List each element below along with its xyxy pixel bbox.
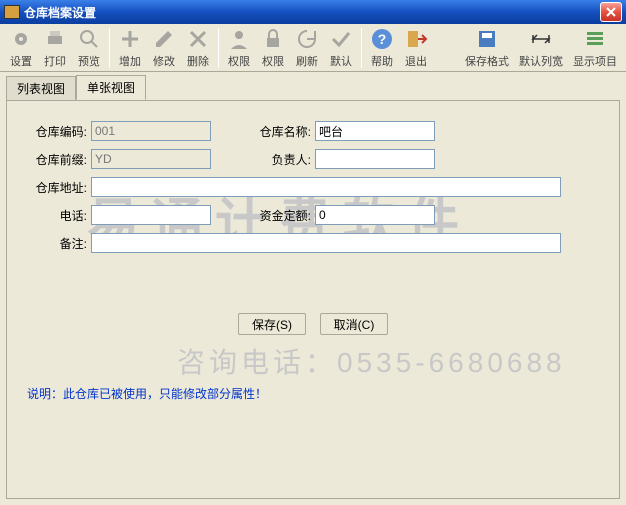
phone-input[interactable] [91,205,211,225]
close-button[interactable] [600,2,622,22]
save-format-icon [475,27,499,51]
address-label: 仓库地址: [27,179,87,196]
refresh-button[interactable]: 刷新 [290,26,324,70]
cancel-button[interactable]: 取消(C) [320,313,388,335]
quota-label: 资金定额: [251,207,311,224]
code-label: 仓库编码: [27,123,87,140]
tab-list-view[interactable]: 列表视图 [6,76,76,101]
delete-button[interactable]: 删除 [181,26,215,70]
person-input[interactable] [315,149,435,169]
preview-icon [77,27,101,51]
lock-icon [261,27,285,51]
show-items-button[interactable]: 显示项目 [568,26,622,70]
quota-input[interactable] [315,205,435,225]
gear-icon [9,27,33,51]
remark-input[interactable] [91,233,561,253]
code-input [91,121,211,141]
x-icon [186,27,210,51]
name-label: 仓库名称: [251,123,311,140]
close-icon [606,7,616,17]
print-button[interactable]: 打印 [38,26,72,70]
app-icon [4,5,20,19]
save-format-button[interactable]: 保存格式 [460,26,514,70]
svg-text:?: ? [378,31,387,47]
perm2-button[interactable]: 权限 [256,26,290,70]
default-button[interactable]: 默认 [324,26,358,70]
default-width-button[interactable]: 默认列宽 [514,26,568,70]
modify-button[interactable]: 修改 [147,26,181,70]
help-button[interactable]: ?帮助 [365,26,399,70]
save-button[interactable]: 保存(S) [238,313,306,335]
exit-icon [404,27,428,51]
exit-button[interactable]: 退出 [399,26,433,70]
tab-bar: 列表视图 单张视图 [6,78,620,100]
list-icon [583,27,607,51]
prefix-label: 仓库前缀: [27,151,87,168]
window-title: 仓库档案设置 [24,4,600,21]
pencil-icon [152,27,176,51]
printer-icon [43,27,67,51]
phone-label: 电话: [27,207,87,224]
tab-single-view[interactable]: 单张视图 [76,75,146,100]
address-input[interactable] [91,177,561,197]
settings-button[interactable]: 设置 [4,26,38,70]
perm1-button[interactable]: 权限 [222,26,256,70]
name-input[interactable] [315,121,435,141]
person-label: 负责人: [251,151,311,168]
toolbar: 设置 打印 预览 增加 修改 删除 权限 权限 刷新 默认 ?帮助 退出 保存格… [0,24,626,72]
help-icon: ? [370,27,394,51]
titlebar: 仓库档案设置 [0,0,626,24]
column-width-icon [529,27,553,51]
preview-button[interactable]: 预览 [72,26,106,70]
user-icon [227,27,251,51]
add-button[interactable]: 增加 [113,26,147,70]
prefix-input [91,149,211,169]
tab-panel: 易通计费软件 咨询电话：0535-6680688 仓库编码: 仓库名称: 仓库前… [6,100,620,499]
workspace: 列表视图 单张视图 易通计费软件 咨询电话：0535-6680688 仓库编码:… [0,72,626,505]
check-icon [329,27,353,51]
note-text: 说明：此仓库已被使用，只能修改部分属性！ [27,385,599,402]
remark-label: 备注: [27,235,87,252]
refresh-icon [295,27,319,51]
plus-icon [118,27,142,51]
